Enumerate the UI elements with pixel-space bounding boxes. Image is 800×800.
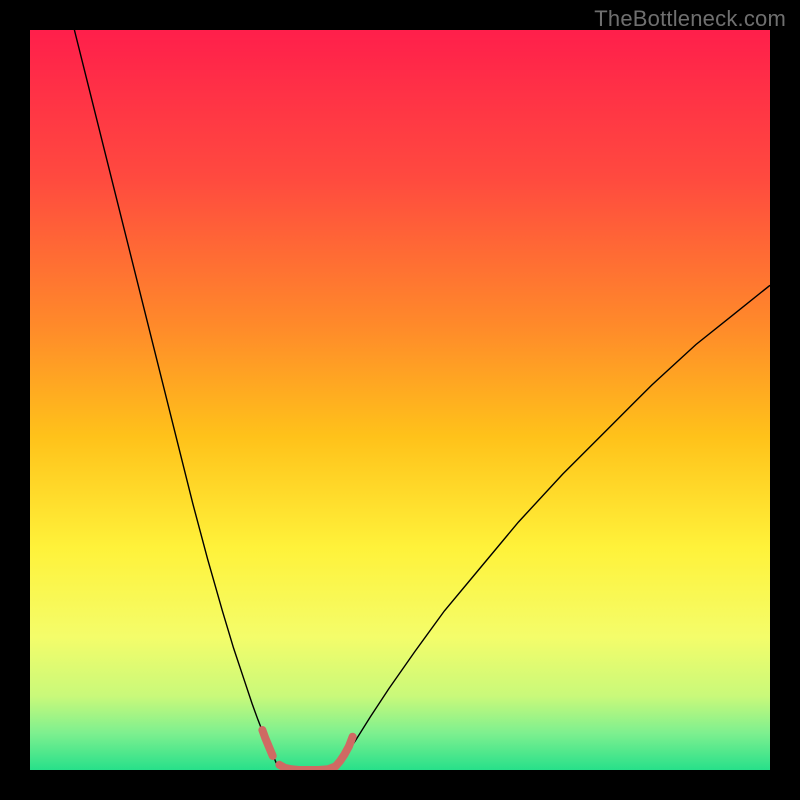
chart-frame: TheBottleneck.com [0, 0, 800, 800]
gradient-background [30, 30, 770, 770]
bottleneck-chart [30, 30, 770, 770]
plot-area [30, 30, 770, 770]
watermark-text: TheBottleneck.com [594, 6, 786, 32]
